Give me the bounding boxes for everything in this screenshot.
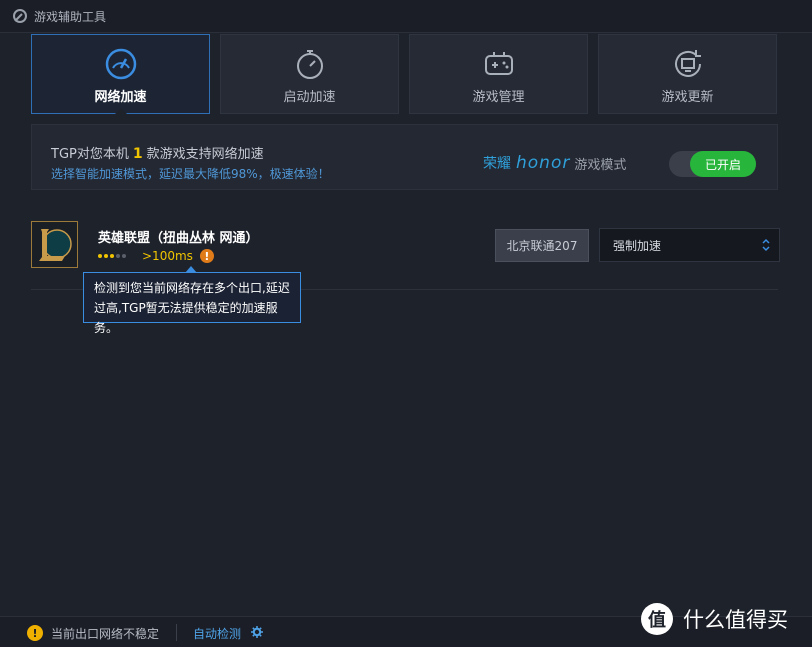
supported-game-count: 1 (132, 146, 143, 162)
signal-dot (104, 254, 108, 258)
tab-network-acceleration[interactable]: 网络加速 (31, 34, 210, 114)
game-name: 英雄联盟（扭曲丛林 网通） (98, 231, 259, 246)
support-summary: TGP对您本机 1 款游戏支持网络加速 (51, 143, 264, 162)
warning-icon[interactable]: ! (199, 249, 214, 263)
league-of-legends-logo (31, 221, 78, 268)
status-warning-icon: ! (27, 625, 43, 641)
status-message: 当前出口网络不稳定 (51, 627, 160, 641)
tab-label: 启动加速 (283, 90, 336, 105)
acceleration-mode-select[interactable]: 强制加速 (599, 228, 780, 262)
partner-name: 荣耀 (483, 156, 511, 172)
tab-game-management[interactable]: 游戏管理 (409, 34, 588, 114)
active-tab-caret (114, 108, 127, 114)
tab-game-update[interactable]: 游戏更新 (598, 34, 777, 114)
game-mode-toggle[interactable]: 已开启 (669, 151, 756, 177)
selected-mode: 强制加速 (613, 238, 662, 253)
gear-icon[interactable] (251, 626, 263, 638)
watermark-text: 什么值得买 (683, 608, 788, 632)
toggle-on-label: 已开启 (690, 151, 756, 177)
tab-label: 游戏更新 (661, 90, 714, 105)
tab-bar: 网络加速 启动加速 游戏管理 游戏更新 (31, 34, 778, 114)
status-divider (176, 624, 177, 641)
latency-value: >100ms (142, 249, 193, 263)
tab-label: 网络加速 (94, 90, 147, 105)
signal-dot (122, 254, 126, 258)
select-arrows-icon (762, 238, 770, 252)
honor-logo: honor (516, 153, 571, 173)
summary-suffix: 款游戏支持网络加速 (146, 147, 264, 162)
stopwatch-icon (296, 50, 323, 79)
tooltip-text: 检测到您当前网络存在多个出口,延迟过高,TGP暂无法提供稳定的加速服务。 (94, 281, 290, 335)
window-title: 游戏辅助工具 (34, 9, 107, 24)
summary-prefix: TGP对您本机 (51, 147, 129, 162)
signal-dot (116, 254, 120, 258)
gamepad-icon (484, 52, 513, 75)
refresh-monitor-icon (674, 50, 701, 77)
latency-warning-tooltip: 检测到您当前网络存在多个出口,延迟过高,TGP暂无法提供稳定的加速服务。 (83, 266, 301, 335)
signal-dot (98, 254, 102, 258)
auto-detect-link[interactable]: 自动检测 (193, 625, 241, 642)
latency-indicator: >100ms ! (98, 249, 214, 263)
honor-game-mode: 荣耀 honor 游戏模式 (483, 153, 626, 173)
tooltip-caret (185, 266, 197, 273)
server-button[interactable]: 北京联通207 (495, 229, 589, 262)
banner-subtitle: 选择智能加速模式，延迟最大降低98%，极速体验！ (51, 167, 330, 181)
partner-mode-label: 游戏模式 (574, 157, 627, 173)
title-bar: 游戏辅助工具 (0, 0, 812, 33)
wrench-icon (13, 9, 27, 23)
watermark: 值 什么值得买 (641, 601, 806, 637)
tab-launch-acceleration[interactable]: 启动加速 (220, 34, 399, 114)
watermark-logo: 值 (641, 603, 673, 635)
signal-dot (110, 254, 114, 258)
tab-label: 游戏管理 (472, 90, 525, 105)
speedometer-icon (105, 48, 136, 80)
acceleration-banner: TGP对您本机 1 款游戏支持网络加速 选择智能加速模式，延迟最大降低98%，极速体… (31, 124, 778, 190)
